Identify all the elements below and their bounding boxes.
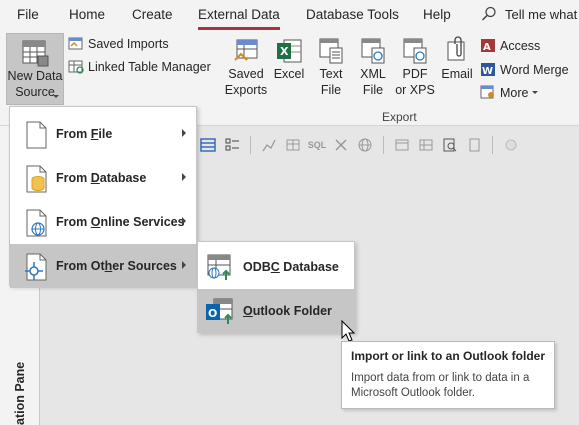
saved-imports-button[interactable]: Saved Imports bbox=[68, 37, 169, 51]
more-icon bbox=[480, 85, 494, 99]
new-data-source-button[interactable]: New Data Source bbox=[6, 33, 64, 105]
xml-file-icon bbox=[361, 38, 385, 64]
layout-icon bbox=[198, 136, 218, 154]
circle-icon bbox=[501, 136, 521, 154]
tell-me-text: Tell me what bbox=[505, 6, 578, 22]
tab-external-data[interactable]: External Data bbox=[198, 7, 280, 22]
page-icon bbox=[464, 136, 484, 154]
search-icon bbox=[481, 6, 496, 21]
sql-icon: SQL bbox=[307, 140, 327, 150]
tab-help[interactable]: Help bbox=[423, 7, 451, 22]
navigation-pane-label: ation Pane bbox=[13, 361, 27, 425]
ribbon-tab-bar: File Home Create External Data Database … bbox=[0, 0, 579, 32]
database-icon bbox=[26, 165, 47, 193]
access-icon: A bbox=[481, 39, 495, 53]
pdf-icon bbox=[403, 38, 427, 64]
excel-icon: X bbox=[277, 39, 302, 63]
word-icon: W bbox=[481, 63, 495, 77]
svg-text:W: W bbox=[482, 66, 493, 77]
globe-file-icon bbox=[26, 209, 47, 237]
more-export-button[interactable]: More bbox=[480, 85, 539, 100]
table-icon bbox=[22, 40, 49, 67]
excel-export-button[interactable]: X Excel bbox=[271, 36, 307, 82]
submenu-arrow-icon bbox=[182, 261, 186, 269]
text-file-export-button[interactable]: Text File bbox=[313, 36, 349, 98]
svg-text:X: X bbox=[280, 45, 289, 58]
other-sources-submenu: ODBC Database O Outlook Folder bbox=[197, 241, 355, 333]
outlook-icon: O bbox=[206, 298, 233, 324]
submenu-arrow-icon bbox=[182, 129, 186, 137]
pdf-xps-export-button[interactable]: PDF or XPS bbox=[394, 36, 436, 98]
submenu-item-odbc-database[interactable]: ODBC Database bbox=[198, 245, 354, 289]
email-export-button[interactable]: Email bbox=[440, 36, 474, 82]
linked-table-manager-button[interactable]: Linked Table Manager bbox=[68, 60, 211, 74]
list-icon bbox=[222, 136, 242, 154]
odbc-icon bbox=[207, 254, 231, 280]
submenu-item-outlook-folder[interactable]: O Outlook Folder bbox=[198, 289, 354, 333]
menu-item-from-other-sources[interactable]: From Other Sources bbox=[10, 244, 196, 288]
new-data-source-menu: From File From Database From Online Serv… bbox=[9, 106, 197, 288]
saved-exports-icon bbox=[234, 39, 258, 61]
svg-text:A: A bbox=[483, 42, 491, 53]
access-export-button[interactable]: A Access bbox=[480, 38, 540, 53]
saved-exports-button[interactable]: Saved Exports bbox=[224, 36, 268, 98]
grid-icon bbox=[283, 136, 303, 154]
linked-table-icon bbox=[68, 60, 84, 74]
tab-file[interactable]: File bbox=[17, 7, 39, 22]
export-group-label: Export bbox=[382, 110, 417, 124]
tooltip-title: Import or link to an Outlook folder bbox=[351, 349, 545, 363]
chevron-down-icon bbox=[532, 91, 539, 94]
other-sources-icon bbox=[25, 253, 47, 281]
saved-imports-icon bbox=[68, 37, 83, 50]
tab-home[interactable]: Home bbox=[69, 7, 105, 22]
delete-icon bbox=[331, 136, 351, 154]
svg-text:O: O bbox=[208, 307, 217, 320]
tooltip-body: Import data from or link to data in a Mi… bbox=[351, 372, 530, 399]
menu-item-from-database[interactable]: From Database bbox=[10, 156, 196, 200]
tooltip: Import or link to an Outlook folder Impo… bbox=[341, 341, 555, 409]
menu-item-from-file[interactable]: From File bbox=[10, 112, 196, 156]
file-icon bbox=[26, 121, 47, 149]
submenu-arrow-icon bbox=[182, 217, 186, 225]
dropdown-arrow-icon bbox=[53, 95, 59, 98]
text-file-icon bbox=[319, 38, 343, 64]
word-merge-button[interactable]: W Word Merge bbox=[480, 62, 569, 77]
tell-me-search[interactable]: Tell me what bbox=[481, 6, 577, 22]
tab-create[interactable]: Create bbox=[132, 7, 173, 22]
table-grid-icon bbox=[416, 136, 436, 154]
form-icon bbox=[392, 136, 412, 154]
submenu-arrow-icon bbox=[182, 173, 186, 181]
globe-icon bbox=[355, 136, 375, 154]
tab-database-tools[interactable]: Database Tools bbox=[306, 7, 399, 22]
menu-item-from-online-services[interactable]: From Online Services bbox=[10, 200, 196, 244]
xml-file-export-button[interactable]: XML File bbox=[355, 36, 391, 98]
chart-icon bbox=[259, 136, 279, 154]
preview-icon bbox=[440, 136, 460, 154]
attachment-icon bbox=[447, 36, 465, 61]
active-tab-indicator bbox=[198, 27, 280, 30]
disabled-toolbar: SQL bbox=[198, 132, 579, 158]
